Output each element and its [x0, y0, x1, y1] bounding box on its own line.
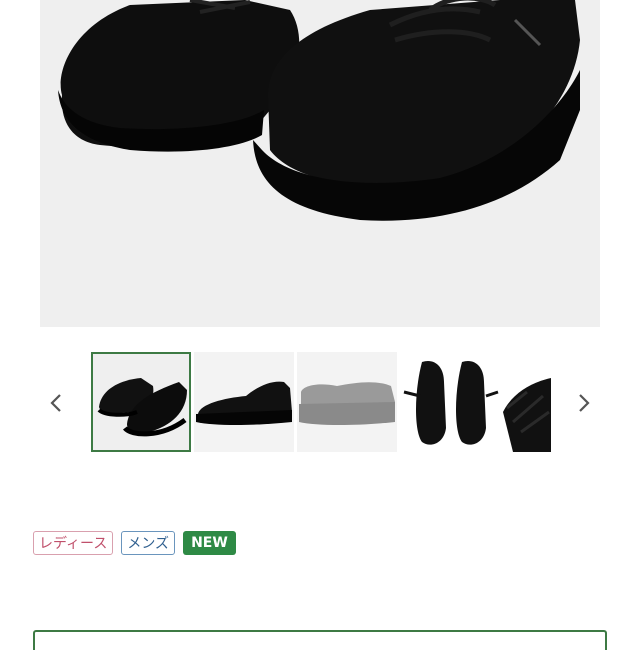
thumbnail-strip — [91, 352, 551, 454]
thumbnail-4[interactable] — [400, 352, 500, 452]
thumbnail-3[interactable] — [297, 352, 397, 452]
thumbnail-5[interactable] — [503, 352, 551, 452]
tag-mens[interactable]: メンズ — [121, 531, 176, 555]
chevron-left-icon[interactable] — [44, 388, 68, 418]
thumbnail-1[interactable] — [91, 352, 191, 452]
thumbnail-2[interactable] — [194, 352, 294, 452]
tag-ladies[interactable]: レディース — [33, 531, 114, 555]
chevron-right-icon[interactable] — [572, 388, 596, 418]
category-tags: レディース メンズ NEW — [33, 531, 236, 555]
product-main-image[interactable] — [40, 0, 600, 327]
bottom-panel — [33, 630, 607, 650]
tag-new: NEW — [183, 531, 236, 555]
